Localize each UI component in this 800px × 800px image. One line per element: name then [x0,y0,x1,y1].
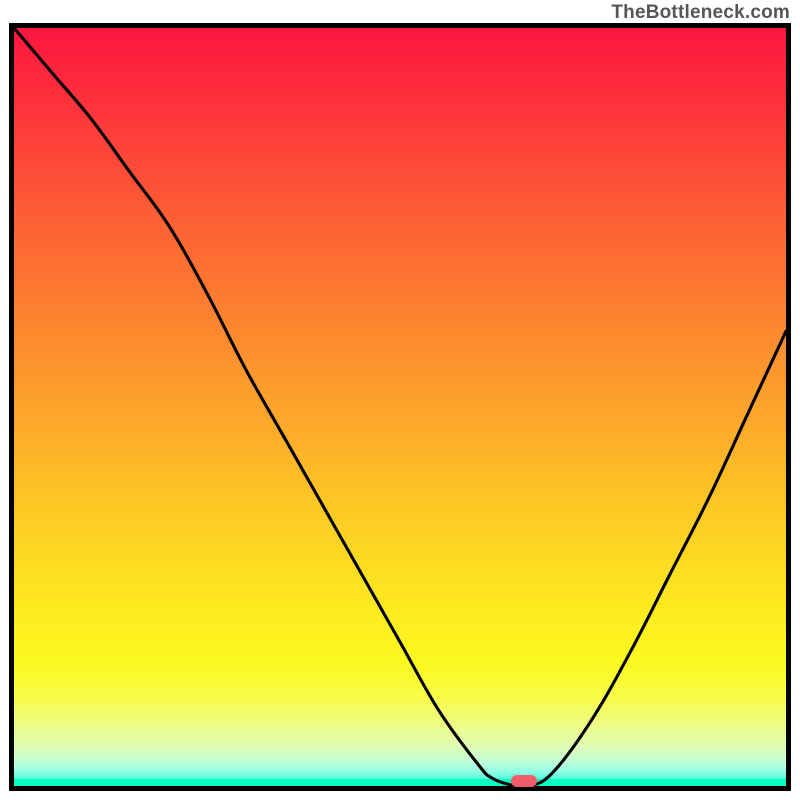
plot-area [14,28,786,786]
green-bottom-strip [14,779,786,786]
attribution-text: TheBottleneck.com [611,2,790,24]
background-gradient [14,28,786,786]
chart-frame [9,23,791,791]
